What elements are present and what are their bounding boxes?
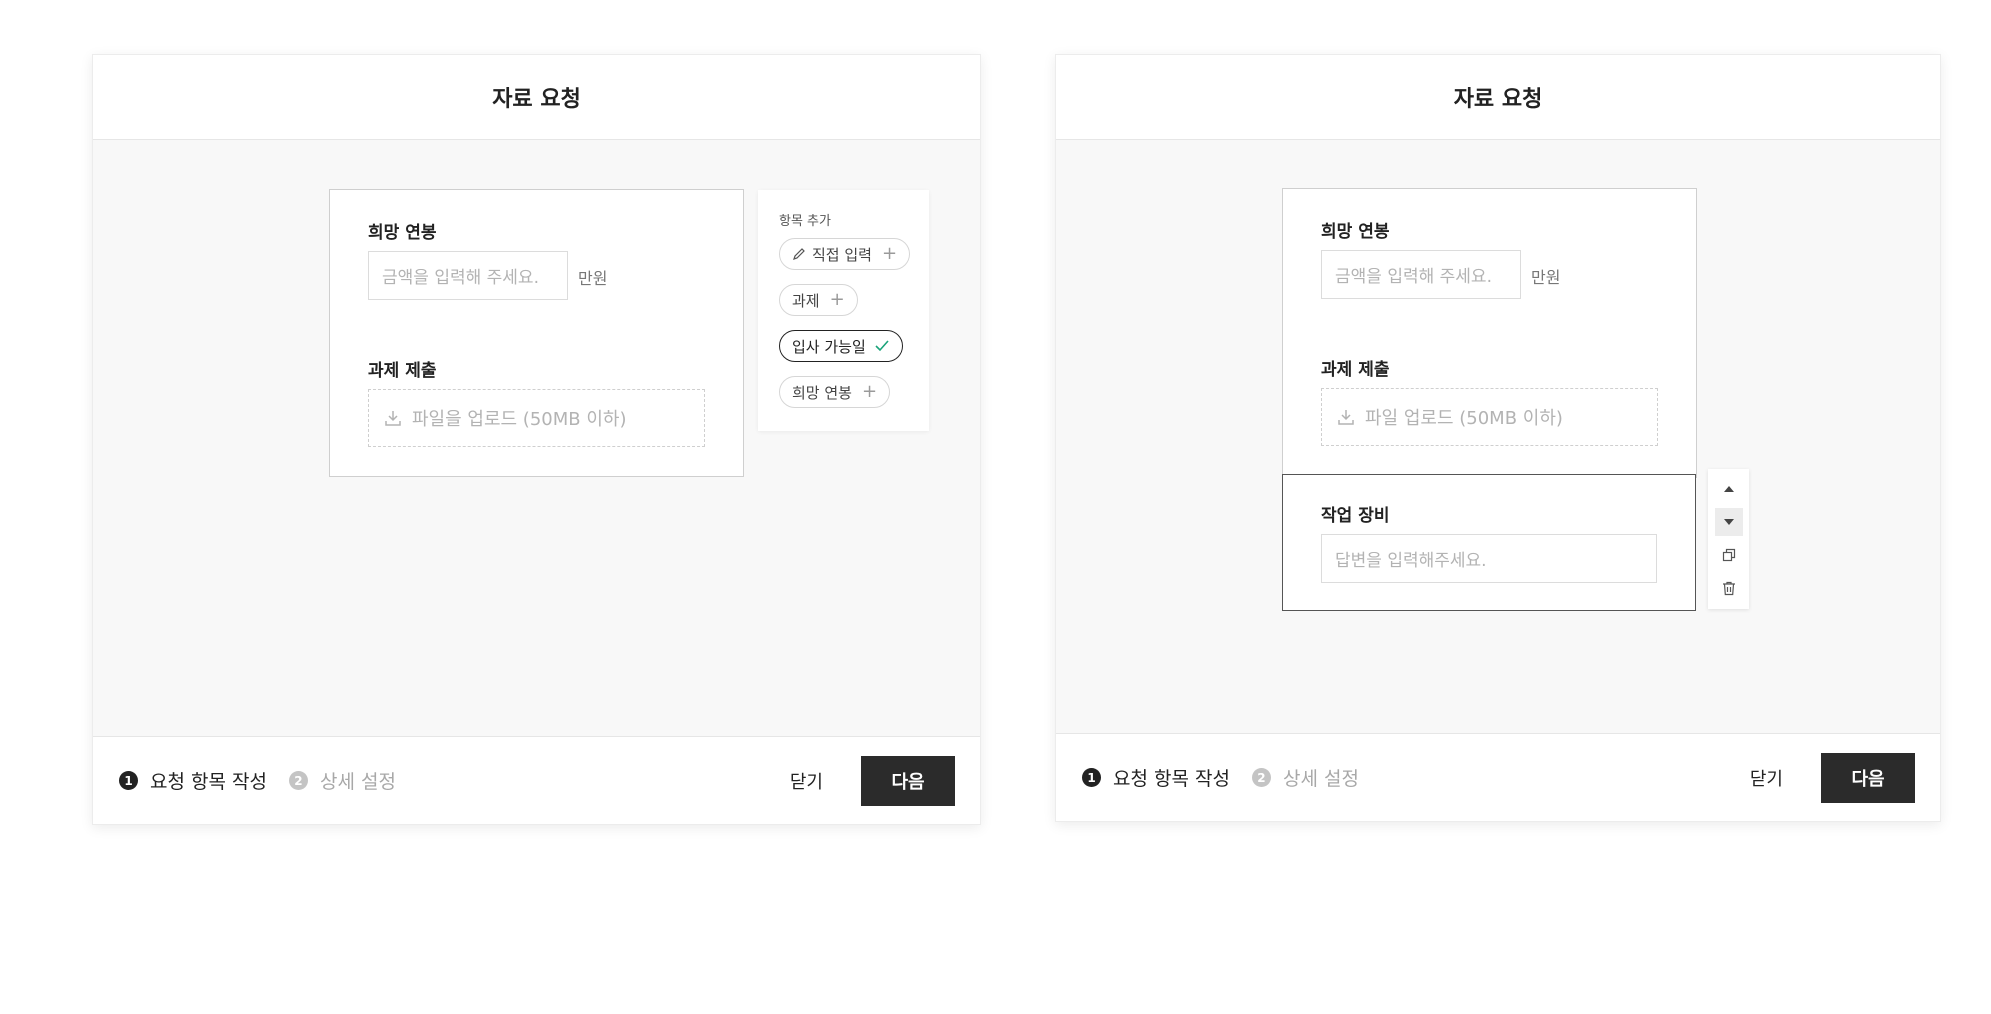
footer-actions: 닫기 다음 xyxy=(790,737,955,824)
file-upload-area[interactable]: 파일 업로드 (50MB 이하) xyxy=(1321,388,1658,446)
plus-icon: + xyxy=(861,381,878,402)
move-down-button[interactable] xyxy=(1714,508,1743,536)
selected-field-card[interactable]: 작업 장비 답변을 입력해주세요. xyxy=(1282,474,1696,611)
plus-icon: + xyxy=(829,289,845,310)
salary-placeholder: 금액을 입력해 주세요. xyxy=(1335,267,1492,287)
salary-placeholder: 금액을 입력해 주세요. xyxy=(382,268,539,288)
duplicate-button[interactable] xyxy=(1715,541,1743,569)
request-modal-right: 자료 요청 희망 연봉 금액을 입력해 주세요. 만원 과제 제출 파일 업로드… xyxy=(1055,54,1941,822)
equipment-label: 작업 장비 xyxy=(1321,506,1390,526)
equipment-input[interactable]: 답변을 입력해주세요. xyxy=(1321,534,1657,583)
step-2: 2 상세 설정 xyxy=(1251,764,1359,791)
modal-footer: 1 요청 항목 작성 2 상세 설정 닫기 다음 xyxy=(93,736,980,824)
salary-label: 희망 연봉 xyxy=(368,223,437,243)
salary-input[interactable]: 금액을 입력해 주세요. xyxy=(1321,250,1521,299)
file-upload-area[interactable]: 파일을 업로드 (50MB 이하) xyxy=(368,389,705,447)
chip-assignment[interactable]: 과제 + xyxy=(779,284,858,316)
upload-text: 파일을 업로드 (50MB 이하) xyxy=(412,409,627,430)
plus-icon: + xyxy=(881,243,898,264)
chip-direct-input[interactable]: 직접 입력 + xyxy=(779,238,911,270)
step-label: 요청 항목 작성 xyxy=(1113,768,1230,790)
step-1: 1 요청 항목 작성 xyxy=(1082,764,1230,791)
chip-label: 입사 가능일 xyxy=(792,337,866,356)
modal-footer: 1 요청 항목 작성 2 상세 설정 닫기 다음 xyxy=(1056,733,1940,821)
step-label: 상세 설정 xyxy=(1282,768,1359,790)
step-number: 1 xyxy=(1082,768,1101,787)
move-down-icon xyxy=(1723,519,1734,525)
equipment-placeholder: 답변을 입력해주세요. xyxy=(1335,551,1487,571)
salary-input[interactable]: 금액을 입력해 주세요. xyxy=(368,251,568,300)
move-up-icon xyxy=(1723,486,1734,492)
step-1: 1 요청 항목 작성 xyxy=(119,767,267,794)
chip-label: 희망 연봉 xyxy=(792,383,852,402)
step-number: 1 xyxy=(119,771,138,790)
delete-button[interactable] xyxy=(1715,574,1743,602)
check-icon xyxy=(875,340,889,352)
add-item-panel: 항목 추가 직접 입력 + 과제 + 입사 가능일 희망 연봉 + xyxy=(758,190,929,431)
pencil-icon xyxy=(793,248,805,260)
salary-label: 희망 연봉 xyxy=(1321,222,1390,242)
step-number: 2 xyxy=(288,771,308,790)
assignment-label: 과제 제출 xyxy=(1321,360,1390,380)
form-card: 희망 연봉 금액을 입력해 주세요. 만원 과제 제출 파일을 업로드 (50M… xyxy=(329,189,744,477)
modal-header: 자료 요청 xyxy=(93,55,980,140)
step-2: 2 상세 설정 xyxy=(288,767,396,794)
move-up-button[interactable] xyxy=(1715,475,1743,503)
form-card: 희망 연봉 금액을 입력해 주세요. 만원 과제 제출 파일 업로드 (50MB… xyxy=(1282,188,1697,478)
assignment-label: 과제 제출 xyxy=(368,361,437,381)
step-indicator: 1 요청 항목 작성 2 상세 설정 xyxy=(119,737,418,824)
chip-desired-salary[interactable]: 희망 연봉 + xyxy=(779,376,891,408)
field-toolbar xyxy=(1708,469,1749,609)
request-modal-left: 자료 요청 희망 연봉 금액을 입력해 주세요. 만원 과제 제출 파일을 업로… xyxy=(92,54,981,825)
step-label: 요청 항목 작성 xyxy=(150,771,267,793)
download-icon xyxy=(385,411,401,426)
close-button[interactable]: 닫기 xyxy=(1750,765,1783,791)
next-button[interactable]: 다음 xyxy=(1821,752,1915,803)
salary-unit: 만원 xyxy=(1531,268,1561,287)
close-button[interactable]: 닫기 xyxy=(790,768,823,794)
step-indicator: 1 요청 항목 작성 2 상세 설정 xyxy=(1082,734,1381,821)
salary-unit: 만원 xyxy=(578,269,608,288)
download-icon xyxy=(1338,410,1354,425)
modal-title: 자료 요청 xyxy=(492,87,581,112)
step-number: 2 xyxy=(1251,768,1271,787)
upload-text: 파일 업로드 (50MB 이하) xyxy=(1365,408,1563,429)
chip-label: 직접 입력 xyxy=(812,245,872,264)
duplicate-icon xyxy=(1722,548,1735,562)
footer-actions: 닫기 다음 xyxy=(1750,734,1915,821)
step-label: 상세 설정 xyxy=(319,771,396,793)
modal-title: 자료 요청 xyxy=(1453,87,1543,112)
add-panel-title: 항목 추가 xyxy=(779,214,831,229)
next-button[interactable]: 다음 xyxy=(861,755,955,806)
modal-header: 자료 요청 xyxy=(1056,55,1940,140)
chip-label: 과제 xyxy=(792,291,820,310)
delete-icon xyxy=(1722,581,1735,595)
chip-start-date[interactable]: 입사 가능일 xyxy=(779,330,903,362)
